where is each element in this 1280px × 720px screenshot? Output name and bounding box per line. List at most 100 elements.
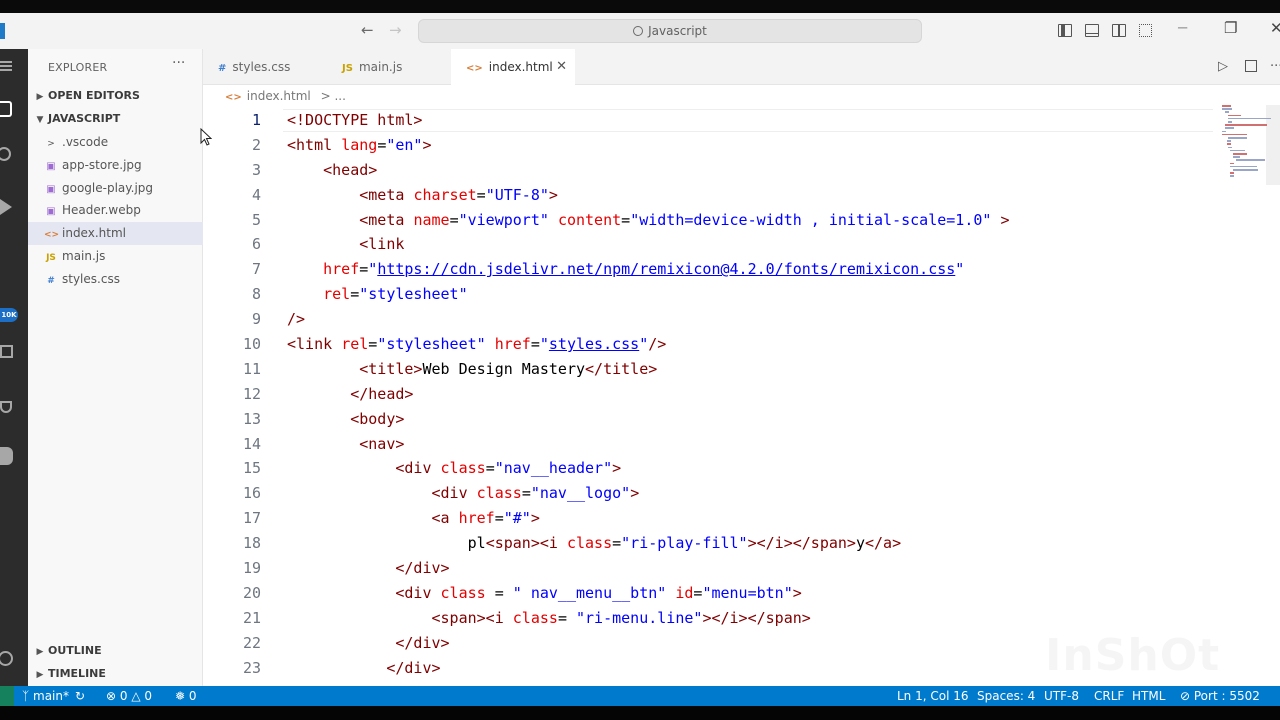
code-line[interactable]: <link rel="stylesheet" href="styles.css"…	[287, 332, 1217, 357]
back-arrow-icon[interactable]: ←	[361, 21, 374, 39]
search-icon	[633, 26, 644, 36]
encoding-status[interactable]: UTF-8	[1044, 686, 1079, 706]
code-line[interactable]: <meta name="viewport" content="width=dev…	[287, 208, 1217, 233]
tab-styles-css[interactable]: # styles.css	[203, 49, 327, 85]
line-number: 16	[242, 484, 261, 503]
tree-item-main-js[interactable]: JS main.js	[28, 245, 203, 268]
code-token: content	[557, 210, 622, 229]
code-line[interactable]: <!DOCTYPE html>	[287, 108, 1217, 133]
outline-section[interactable]: ▶ OUTLINE	[28, 640, 203, 662]
minimap-line	[1226, 140, 1232, 142]
explorer-files-icon[interactable]	[0, 101, 12, 117]
breadcrumb-rest[interactable]: > ...	[321, 89, 346, 103]
extensions-icon[interactable]	[0, 345, 13, 358]
command-center-search[interactable]: Javascript	[418, 19, 922, 43]
problems-status[interactable]: ⊗ 0 △ 0	[106, 686, 152, 706]
code-token: </div>	[287, 658, 441, 677]
code-token: charset	[413, 185, 477, 204]
toggle-secondary-sidebar-icon[interactable]	[1112, 24, 1126, 37]
image-file-icon: ▣	[46, 206, 56, 218]
close-window-button[interactable]: ✕	[1270, 19, 1280, 37]
code-line[interactable]: <div class = " nav__menu__btn" id="menu=…	[287, 581, 1217, 606]
tab-main-js[interactable]: JS main.js	[327, 49, 451, 85]
chevron-right-icon: ▶	[36, 92, 44, 102]
close-tab-icon[interactable]: ✕	[556, 49, 567, 85]
code-link[interactable]: styles.css	[549, 335, 639, 353]
code-line[interactable]: rel="stylesheet"	[287, 282, 1217, 307]
line-number: 3	[251, 160, 261, 179]
account-icon[interactable]	[0, 651, 13, 666]
code-token: y	[855, 534, 865, 553]
code-line[interactable]: <head>	[287, 158, 1217, 183]
toggle-panel-icon[interactable]	[1085, 24, 1099, 37]
code-token: class	[476, 484, 522, 503]
code-line[interactable]: </div>	[287, 556, 1217, 581]
code-token: >	[422, 135, 432, 154]
breadcrumb-file[interactable]: index.html	[247, 89, 311, 103]
minimap-line	[1227, 117, 1271, 120]
code-link[interactable]: https://cdn.jsdelivr.net/npm/remixicon@4…	[377, 260, 955, 278]
ports-status[interactable]: ❅ 0	[175, 686, 197, 706]
code-line[interactable]: <a href="#">	[287, 506, 1217, 531]
forward-arrow-icon[interactable]: →	[389, 21, 402, 39]
remote-indicator[interactable]	[0, 686, 14, 706]
minimize-button[interactable]: ─	[1178, 19, 1187, 37]
code-lines[interactable]: <!DOCTYPE html> <html lang="en"> <head> <…	[287, 108, 1217, 680]
tree-item-header-webp[interactable]: ▣ Header.webp	[28, 199, 203, 222]
tree-item-styles-css[interactable]: # styles.css	[28, 268, 203, 291]
editor-more-actions-icon[interactable]: ···	[1270, 59, 1280, 74]
code-token: "ri-play-fill"	[621, 534, 748, 553]
code-line[interactable]: <span><i class= "ri-menu.line"></i></spa…	[287, 606, 1217, 631]
code-line[interactable]: <nav>	[287, 432, 1217, 457]
testing-flask-icon[interactable]	[0, 401, 12, 413]
tree-item-index-html[interactable]: <> index.html	[28, 222, 203, 245]
tree-item-google-play[interactable]: ▣ google-play.jpg	[28, 177, 203, 200]
code-line[interactable]: />	[287, 307, 1217, 332]
toggle-primary-sidebar-icon[interactable]	[1058, 24, 1072, 37]
live-server-port[interactable]: ⊘ Port : 5502	[1180, 686, 1260, 706]
restore-button[interactable]: ❐	[1224, 19, 1237, 37]
timeline-section[interactable]: ▶ TIMELINE	[28, 663, 203, 685]
tree-item-app-store[interactable]: ▣ app-store.jpg	[28, 154, 203, 177]
code-token: >	[612, 459, 622, 478]
minimap[interactable]	[1220, 105, 1280, 185]
customize-layout-icon[interactable]	[1139, 24, 1152, 37]
command-center-label: Javascript	[648, 24, 707, 38]
code-line[interactable]: <link	[287, 232, 1217, 257]
code-token: href	[287, 260, 360, 279]
open-editors-section[interactable]: ▶ OPEN EDITORS	[28, 85, 203, 107]
line-number: 23	[242, 658, 261, 677]
explorer-more-actions-icon[interactable]: ···	[172, 55, 185, 71]
minimap-line	[1226, 143, 1231, 145]
code-editor[interactable]: <> index.html > ... 1 2 3 4 5 6 7 8 9 10 11 12 13 14 15…	[203, 85, 1280, 686]
code-token: </a>	[865, 534, 902, 553]
code-line[interactable]: <body>	[287, 407, 1217, 432]
branch-status[interactable]: ᛉ main* ↻	[22, 686, 85, 706]
code-line[interactable]: <title>Web Design Mastery</title>	[287, 357, 1217, 382]
python-icon[interactable]	[0, 447, 13, 465]
breadcrumb: <> index.html > ...	[225, 89, 346, 103]
language-mode[interactable]: HTML	[1132, 686, 1165, 706]
minimap-line	[1222, 105, 1231, 107]
code-line[interactable]: <meta charset="UTF-8">	[287, 183, 1217, 208]
code-line[interactable]: pl<span><i class="ri-play-fill"></i></sp…	[287, 531, 1217, 556]
code-line[interactable]: <html lang="en">	[287, 133, 1217, 158]
code-line[interactable]: </head>	[287, 382, 1217, 407]
indentation-status[interactable]: Spaces: 4	[977, 686, 1035, 706]
code-line[interactable]: <div class="nav__logo">	[287, 481, 1217, 506]
folder-section-javascript[interactable]: ▼ JAVASCRIPT	[28, 108, 203, 130]
search-icon[interactable]	[0, 147, 11, 161]
code-line[interactable]: href="https://cdn.jsdelivr.net/npm/remix…	[287, 257, 1217, 282]
split-editor-icon[interactable]	[1245, 60, 1257, 72]
error-icon: ⊗	[106, 689, 117, 703]
tree-item-vscode[interactable]: > .vscode	[28, 131, 203, 154]
code-line[interactable]: <div class="nav__header">	[287, 456, 1217, 481]
tab-label: main.js	[358, 60, 403, 74]
eol-status[interactable]: CRLF	[1094, 686, 1124, 706]
run-file-icon[interactable]: ▷	[1218, 59, 1228, 74]
cursor-position[interactable]: Ln 1, Col 16	[897, 686, 969, 706]
minimap-line	[1224, 127, 1235, 129]
tab-index-html[interactable]: <> index.html ✕	[451, 49, 575, 85]
menu-icon[interactable]	[0, 61, 12, 63]
run-debug-icon[interactable]	[0, 199, 12, 215]
